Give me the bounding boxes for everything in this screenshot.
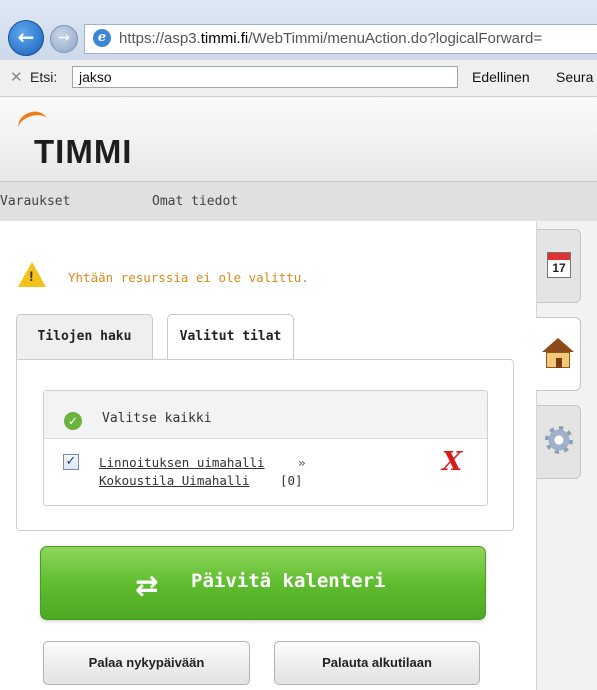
url-path: /WebTimmi/menuAction.do?logicalForward= (248, 30, 543, 47)
calendar-icon: 17 (547, 252, 571, 278)
tab-tilojen-haku[interactable]: Tilojen haku (16, 314, 153, 360)
room-link[interactable]: Kokoustila Uimahalli (99, 473, 250, 488)
logo[interactable]: TIMMI (34, 133, 132, 171)
find-bar: ✕ Etsi: jakso Edellinen Seura (0, 60, 597, 97)
nav-item-omat-tiedot[interactable]: Omat tiedot (152, 194, 238, 209)
url-domain: timmi.fi (200, 30, 249, 47)
house-roof (542, 338, 574, 352)
find-previous-button[interactable]: Edellinen (472, 69, 530, 85)
top-navigation: Varaukset Omat tiedot (0, 181, 597, 222)
find-next-button[interactable]: Seura (556, 69, 593, 85)
side-tab-settings[interactable] (537, 405, 581, 479)
browser-toolbar: ← → e https://asp3.timmi.fi/WebTimmi/men… (0, 0, 597, 60)
back-button[interactable]: ← (8, 20, 44, 56)
facility-link[interactable]: Linnoituksen uimahalli (99, 455, 265, 470)
select-all-label[interactable]: Valitse kaikki (102, 411, 212, 426)
address-bar[interactable]: e https://asp3.timmi.fi/WebTimmi/menuAct… (84, 24, 597, 54)
browser-icon: e (93, 29, 111, 47)
side-tab-bar: 17 (536, 221, 597, 690)
item-checkbox[interactable]: ✓ (63, 454, 79, 470)
warning-message: Yhtään resurssia ei ole valittu. (68, 270, 309, 285)
select-all-row[interactable]: ✓ Valitse kaikki (44, 391, 487, 439)
url-text: https://asp3.timmi.fi/WebTimmi/menuActio… (119, 30, 542, 47)
warning-exclamation: ! (29, 268, 34, 284)
selection-list: ✓ Valitse kaikki ✓ Linnoituksen uimahall… (43, 390, 488, 506)
nav-item-varaukset[interactable]: Varaukset (0, 194, 70, 209)
return-to-today-button[interactable]: Palaa nykypäivään (43, 641, 250, 685)
update-calendar-button[interactable]: ⇄ Päivitä kalenteri (40, 546, 486, 620)
url-prefix: https://asp3. (119, 30, 201, 47)
find-input[interactable]: jakso (72, 66, 458, 88)
swap-arrows-icon: ⇄ (135, 569, 159, 602)
reset-button[interactable]: Palauta alkutilaan (274, 641, 480, 685)
close-icon[interactable]: ✕ (10, 68, 23, 86)
gear-icon (545, 426, 573, 454)
tab-valitut-tilat[interactable]: Valitut tilat (167, 314, 294, 361)
side-tab-calendar[interactable]: 17 (537, 229, 581, 303)
update-calendar-label: Päivitä kalenteri (191, 570, 386, 592)
calendar-day: 17 (552, 261, 566, 275)
check-circle-icon[interactable]: ✓ (64, 412, 82, 430)
side-tab-facilities[interactable] (536, 317, 581, 391)
breadcrumb-separator: » (298, 455, 306, 470)
forward-button[interactable]: → (50, 25, 78, 53)
remove-icon[interactable]: X (442, 447, 462, 477)
find-label: Etsi: (30, 69, 58, 85)
reservation-count: [0] (280, 473, 303, 488)
house-icon (546, 352, 570, 368)
